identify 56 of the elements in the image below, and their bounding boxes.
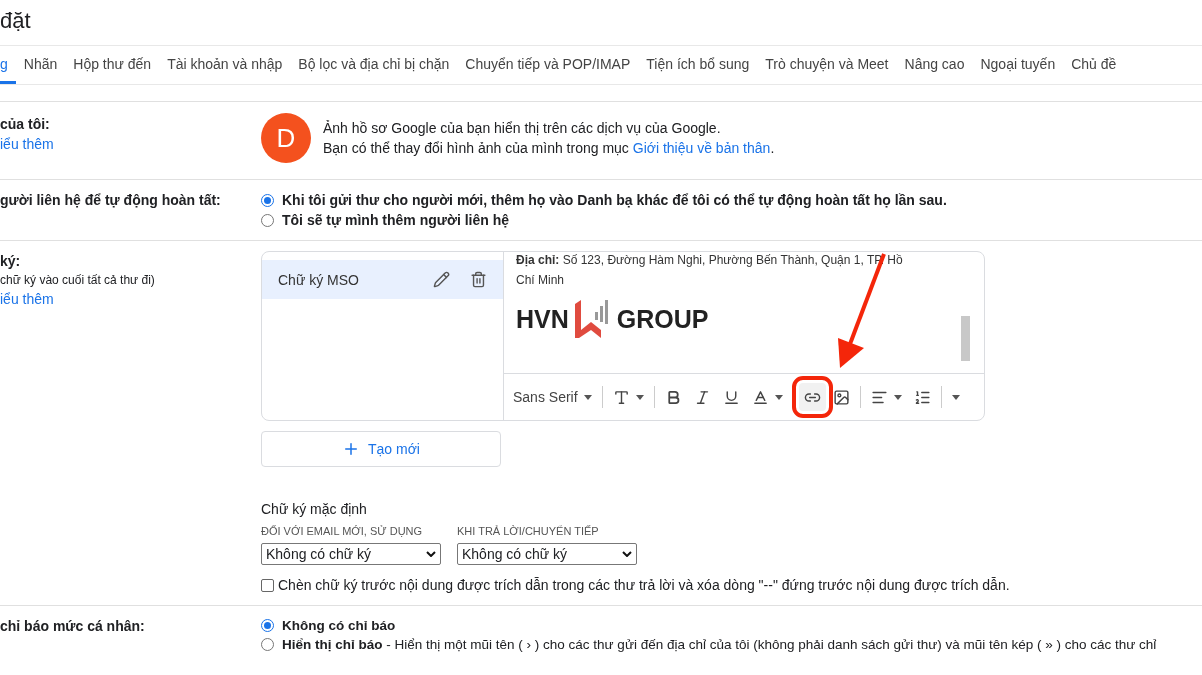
settings-tab[interactable]: Ngoại tuyến	[972, 46, 1064, 84]
page-title: đặt	[0, 7, 32, 35]
create-signature-button[interactable]: Tạo mới	[261, 431, 501, 467]
chevron-down-icon	[622, 551, 632, 557]
text-color-icon	[751, 388, 769, 406]
caret-icon	[893, 394, 902, 400]
caret-icon	[951, 394, 960, 400]
settings-tab[interactable]: g	[0, 46, 16, 84]
setting-label: chỉ báo mức cá nhân:	[0, 618, 146, 634]
setting-label: của tôi:	[0, 116, 51, 132]
checkbox-label: Chèn chữ ký trước nội dung được trích dẫn trong các thư trả lời và xóa dòng "--" đứng trước nội dung được trích dẫn.	[278, 577, 1010, 593]
font-select[interactable]: Sans Serif	[508, 383, 597, 411]
field-label: ĐỐI VỚI EMAIL MỚI, SỬ DỤNG	[261, 525, 424, 537]
profile-avatar: D	[261, 113, 311, 163]
text-size-icon	[612, 388, 630, 406]
address-text: Chí Minh	[516, 272, 566, 289]
option-label: Hiển thị chỉ báo - Hiển thị một mũi tên ( › ) cho các thư gửi đến địa chỉ của tôi (không phải danh sách gửi thư) và mũi tên kép ( » ) cho các thư chỉ	[282, 637, 1157, 652]
signature-name: Chữ ký MSO	[278, 271, 360, 288]
signature-select[interactable]: Không có chữ ký	[261, 543, 441, 565]
numbered-list-icon	[913, 388, 931, 406]
settings-tab[interactable]: Chủ đề	[1063, 46, 1125, 84]
scrollbar[interactable]	[961, 316, 970, 361]
delete-icon[interactable]	[470, 271, 487, 288]
setting-hint: chữ ký vào cuối tất cả thư đi)	[0, 273, 156, 287]
settings-tab[interactable]: Bộ lọc và địa chỉ bị chặn	[290, 46, 458, 84]
section-title: Chữ ký mặc định	[261, 501, 368, 517]
profile-description: Ảnh hồ sơ Google của bạn hiển thị trên các dịch vụ của Google.	[323, 120, 722, 136]
setting-label: ký:	[0, 253, 22, 269]
setting-label: gười liên hệ để tự động hoàn tất:	[0, 192, 222, 208]
edit-icon[interactable]	[433, 271, 450, 288]
checkbox[interactable]	[261, 578, 274, 592]
option-label: Không có chỉ báo	[282, 618, 396, 633]
learn-more-link[interactable]: iểu thêm	[0, 136, 261, 152]
option-label: Khi tôi gửi thư cho người mới, thêm họ vào Danh bạ khác để tôi có thể tự động hoàn tất họ lần sau.	[282, 192, 947, 208]
plus-icon	[342, 440, 360, 458]
settings-tab[interactable]: Nhãn	[15, 46, 66, 84]
settings-tab[interactable]: Hộp thư đến	[65, 46, 160, 84]
signature-select[interactable]: Không có chữ ký	[457, 543, 637, 565]
logo-text: HVN	[516, 304, 569, 334]
logo-text: GROUP	[616, 304, 709, 334]
settings-tab[interactable]: Tiện ích bổ sung	[638, 46, 758, 84]
field-label: KHI TRẢ LỜI/CHUYỂN TIẾP	[457, 525, 600, 537]
image-icon	[832, 388, 850, 406]
chevron-down-icon	[426, 551, 436, 557]
profile-hint: Bạn có thể thay đổi hình ảnh của mình trong mục Giới thiệu về bản thân.	[323, 140, 776, 156]
caret-icon	[583, 394, 592, 400]
caret-icon	[635, 394, 644, 400]
option-label: Tôi sẽ tự mình thêm người liên hệ	[282, 212, 510, 228]
underline-icon	[722, 388, 740, 406]
caret-icon	[774, 394, 783, 400]
signature-item[interactable]: Chữ ký MSO	[262, 260, 503, 299]
learn-more-link[interactable]: iểu thêm	[0, 291, 261, 307]
settings-tab[interactable]: Tài khoản và nhập	[159, 46, 291, 84]
settings-tab[interactable]: Chuyển tiếp và POP/IMAP	[457, 46, 639, 84]
settings-tab[interactable]: Nâng cao	[896, 46, 973, 84]
settings-tab[interactable]: Trò chuyện và Meet	[757, 46, 897, 84]
